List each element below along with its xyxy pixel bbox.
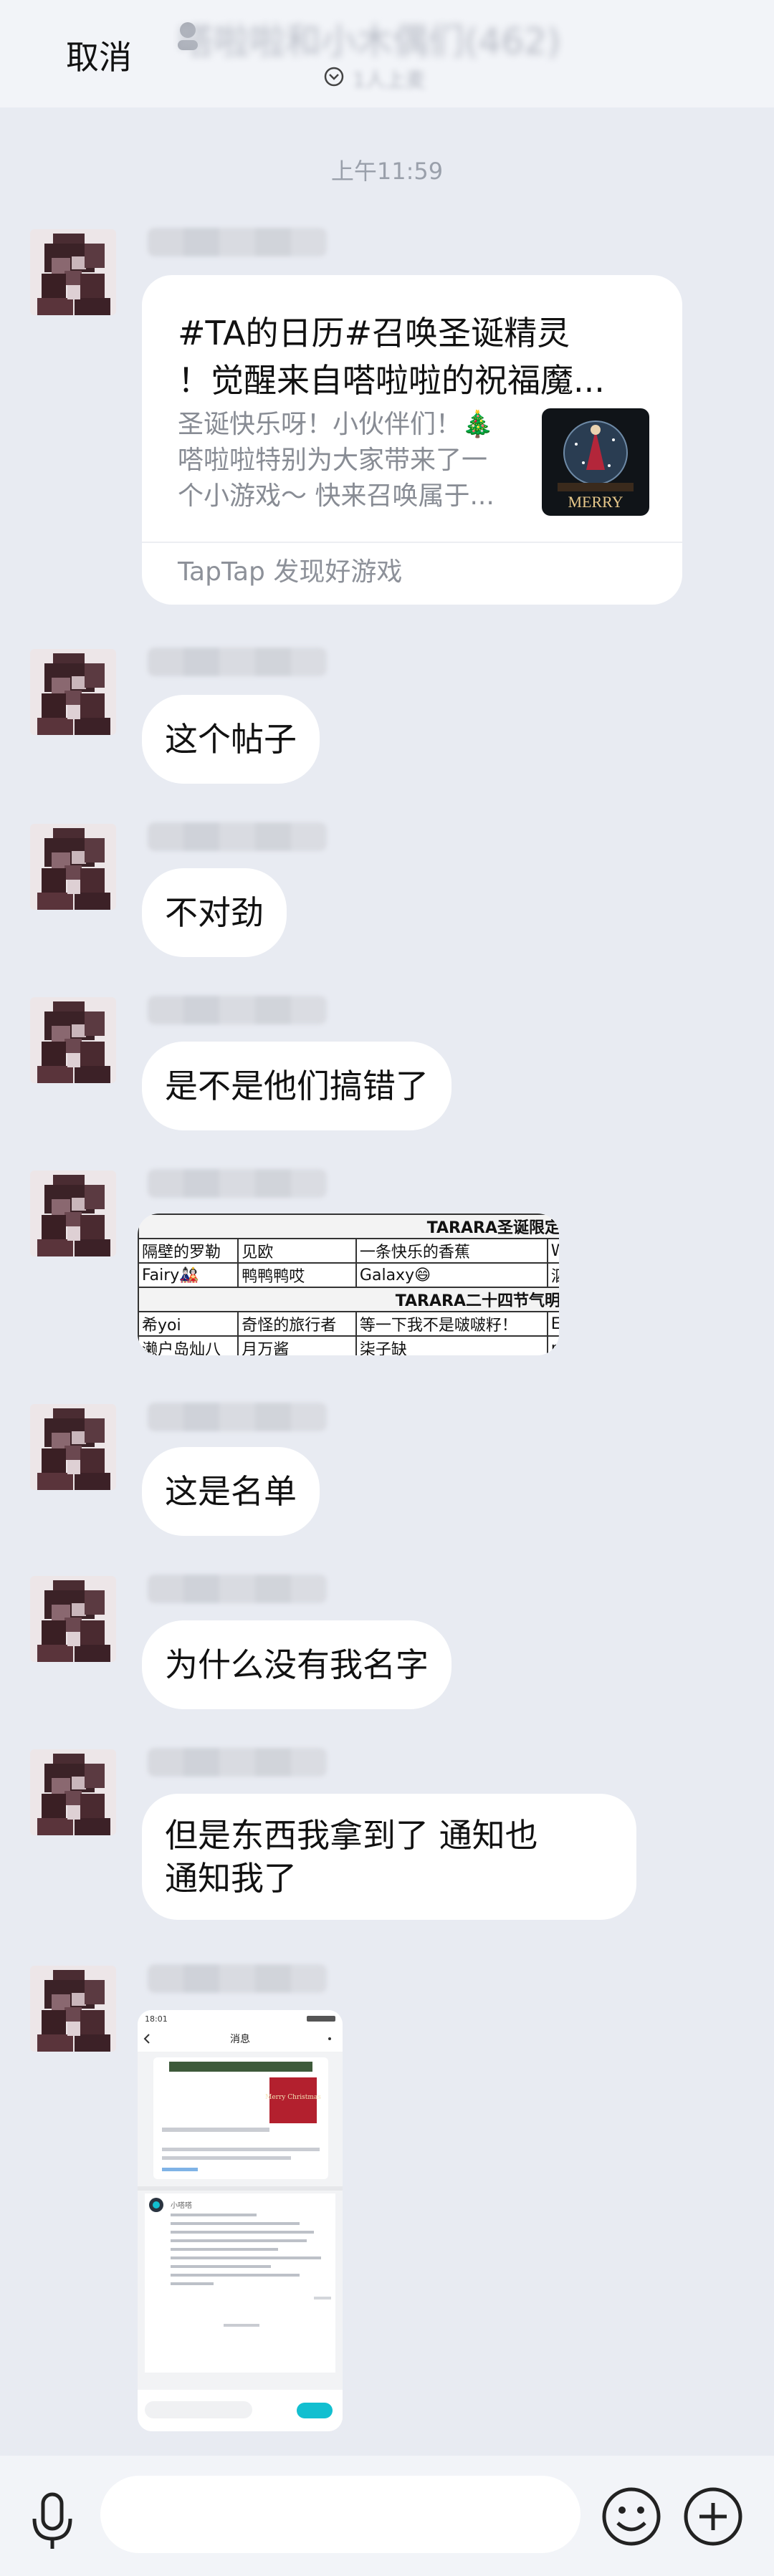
table-row: Fairy🎎 鸭鸭鸭哎 Galaxy😄 泗泗 [138,1262,559,1288]
table-cell: 等一下我不是啵啵籽！ [355,1311,548,1337]
screenshot-status-time: 18:01 [145,2014,168,2024]
avatar[interactable] [30,1171,116,1256]
avatar[interactable] [30,1576,116,1662]
table-cell: Galaxy😄 [355,1262,548,1288]
table-row: 希yoi 奇怪的旅行者 等一下我不是啵啵籽！ Erza [138,1311,559,1337]
card-title: #TA的日历#召唤圣诞精灵 ！觉醒来自嗒啦啦的祝福魔... [178,314,605,400]
avatar[interactable] [30,1749,116,1835]
table-cell: 泗泗 [546,1262,559,1288]
message-bubble[interactable]: 是不是他们搞错了 [142,1042,452,1130]
message-bubble[interactable]: 不对劲 [142,868,287,957]
message-bubble[interactable]: 为什么没有我名字 [142,1620,452,1709]
table-cell: W . [546,1238,559,1264]
message-bubble[interactable]: 这个帖子 [142,695,320,784]
screenshot-thumb-text: Merry Christmas [265,2094,321,2101]
table-row: 濑户岛灿八 月万酱 柒子缺 mo [138,1335,559,1355]
table-cell: Fairy🎎 [138,1262,239,1288]
sender-name [148,1169,327,1198]
divider [142,542,682,543]
emoji-icon[interactable] [601,2486,662,2547]
message-line: 通知我了 [165,1859,297,1898]
table-row: 隔壁的罗勒 见欧 一条快乐的香蕉 W . [138,1238,559,1264]
sender-name [148,1403,327,1431]
image-message-table[interactable]: TARARA圣诞限定挂件 隔壁的罗勒 见欧 一条快乐的香蕉 W . Fairy🎎… [138,1213,559,1355]
chat-subtitle: 1人上麦 [353,68,426,92]
sender-name [148,822,327,851]
message-bubble[interactable]: 这是名单 [142,1447,320,1536]
table-cell: 柒子缺 [355,1335,548,1355]
card-source: TapTap 发现好游戏 [178,557,403,587]
screenshot-header-title: 消息 [230,2033,250,2045]
table-title: TARARA二十四节气明信片 [138,1287,559,1312]
screenshot-comment-name: 小嗒嗒 [171,2201,192,2210]
avatar[interactable] [30,824,116,910]
table-cell: Erza [546,1311,559,1337]
sender-name [148,228,327,256]
avatar[interactable] [30,1404,116,1490]
screenshot-content: 18:01 消息 Merry Christmas 小嗒嗒 [138,2010,343,2431]
name-list-table: TARARA圣诞限定挂件 隔壁的罗勒 见欧 一条快乐的香蕉 W . Fairy🎎… [138,1213,559,1355]
sender-name [148,996,327,1024]
plus-icon[interactable] [682,2486,744,2547]
image-message-screenshot[interactable]: 18:01 消息 Merry Christmas 小嗒嗒 [138,2010,343,2431]
message-bubble[interactable]: 但是东西我拿到了 通知也 通知我了 [142,1794,636,1920]
sender-name [148,648,327,676]
sender-name [148,1748,327,1777]
table-cell: 奇怪的旅行者 [237,1311,357,1337]
table-cell: 见欧 [237,1238,357,1264]
table-title: TARARA圣诞限定挂件 [138,1213,559,1239]
sender-name [148,1964,327,1993]
table-cell: 希yoi [138,1311,239,1337]
table-cell: 鸭鸭鸭哎 [237,1262,357,1288]
table-cell: 隔壁的罗勒 [138,1238,239,1264]
chat-title[interactable]: 嗒啦啦和小木偶们(462) [178,13,560,64]
avatar[interactable] [30,649,116,735]
avatar[interactable] [30,997,116,1083]
table-cell: 濑户岛灿八 [138,1335,239,1355]
sender-name [148,1575,327,1603]
avatar[interactable] [30,1966,116,2052]
card-thumb-text: MERRY [568,493,623,511]
cancel-button[interactable]: 取消 [66,32,132,79]
card-description: 圣诞快乐呀！小伙伴们！🎄 嗒啦啦特别为大家带来了一 个小游戏～ 快来召唤属于..… [178,410,494,511]
avatar[interactable] [30,229,116,315]
table-cell: mo [546,1335,559,1355]
message-line: 但是东西我拿到了 通知也 [165,1816,538,1855]
chevron-down-icon[interactable] [324,67,344,87]
card-thumbnail: MERRY [542,408,649,516]
message-timestamp: 上午11:59 [330,158,444,185]
voice-icon[interactable] [30,2490,75,2552]
share-card[interactable]: #TA的日历#召唤圣诞精灵 ！觉醒来自嗒啦啦的祝福魔... 圣诞快乐呀！小伙伴们… [142,275,682,605]
message-input[interactable] [100,2476,580,2553]
table-cell: 月万酱 [237,1335,357,1355]
table-cell: 一条快乐的香蕉 [355,1238,548,1264]
